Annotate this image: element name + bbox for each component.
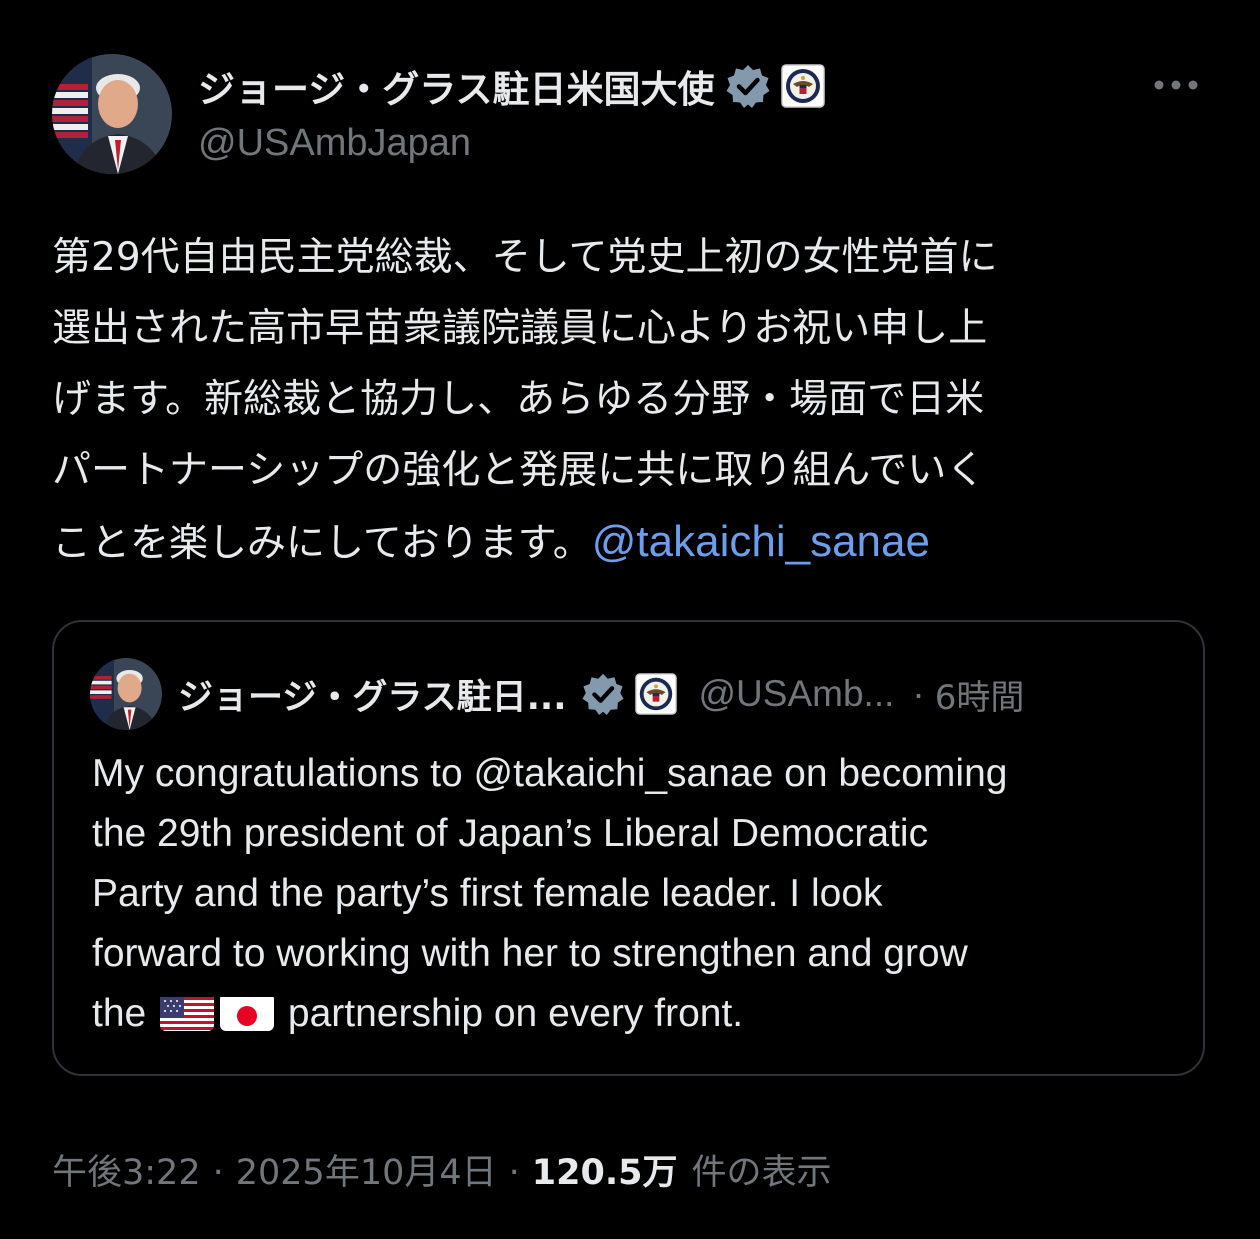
mention-link[interactable]: @takaichi_sanae [592,517,930,566]
quote-text-segment: on becoming [773,752,1008,795]
tweet-date[interactable]: 2025年10月4日 [236,1144,497,1195]
more-options-icon[interactable] [1148,70,1204,100]
tweet-line-last: ことを楽しみにしております。@takaichi_sanae [52,506,1212,579]
quote-line: the partnership on every front. [92,984,1182,1044]
tweet-time[interactable]: 午後3:22 [52,1144,201,1195]
quote-text-segment: the [92,992,147,1035]
author-name-row: ジョージ・グラス駐日米国大使 [198,60,825,112]
quoted-author-name[interactable]: ジョージ・グラス駐日... [178,669,567,720]
quoted-author-avatar[interactable] [90,658,162,730]
tweet-line: パートナーシップの強化と発展に共に取り組んでいく [52,448,986,493]
tweet-line: 第29代自由民主党総裁、そして党史上初の女性党首に [52,235,998,280]
verified-badge-icon[interactable] [581,672,625,716]
tweet-line: げます。新総裁と協力し、あらゆる分野・場面で日米 [52,377,985,422]
quoted-tweet-body: My congratulations to @takaichi_sanae on… [92,744,1182,1044]
mention-link[interactable]: @takaichi_sanae [474,752,774,795]
verified-badge-icon[interactable] [725,63,771,109]
tweet-header: ジョージ・グラス駐日米国大使 @USAmbJapan [52,54,1212,176]
quoted-tweet-card[interactable]: ジョージ・グラス駐日... @USAmb... · 6時間 My congrat… [52,620,1205,1076]
separator-dot: · [508,1153,520,1193]
separator-dot: · [912,673,925,714]
separator-dot: · [212,1153,224,1193]
japan-flag-icon [220,993,275,1031]
government-seal-icon[interactable] [780,64,825,108]
tweet-line: 選出された高市早苗衆議院議員に心よりお祝い申し上 [52,306,988,351]
quote-line: forward to working with her to strengthe… [92,932,968,975]
quoted-tweet-header: ジョージ・グラス駐日... @USAmb... · 6時間 [90,658,1024,730]
us-flag-icon [160,993,215,1031]
quote-text-segment: My congratulations to [92,752,474,795]
quoted-tweet-time[interactable]: 6時間 [935,670,1025,719]
tweet-meta: 午後3:22 · 2025年10月4日 · 120.5万 件の表示 [52,1144,832,1194]
quote-text-segment: partnership on every front. [277,992,744,1035]
quoted-author-handle[interactable]: @USAmb... [699,673,895,715]
view-count-label: 件の表示 [691,1153,832,1193]
author-avatar[interactable] [52,54,172,174]
tweet-body: 第29代自由民主党総裁、そして党史上初の女性党首に 選出された高市早苗衆議院議員… [52,222,1212,579]
government-seal-icon[interactable] [634,673,677,715]
quote-line: Party and the party’s first female leade… [92,872,883,915]
author-handle[interactable]: @USAmbJapan [198,122,471,165]
quote-line: My congratulations to @takaichi_sanae on… [92,744,1182,804]
tweet-line-text: ことを楽しみにしております。 [52,521,592,566]
author-display-name[interactable]: ジョージ・グラス駐日米国大使 [198,59,715,113]
view-count[interactable]: 120.5万 [532,1144,678,1195]
quote-line: the 29th president of Japan’s Liberal De… [92,812,929,855]
